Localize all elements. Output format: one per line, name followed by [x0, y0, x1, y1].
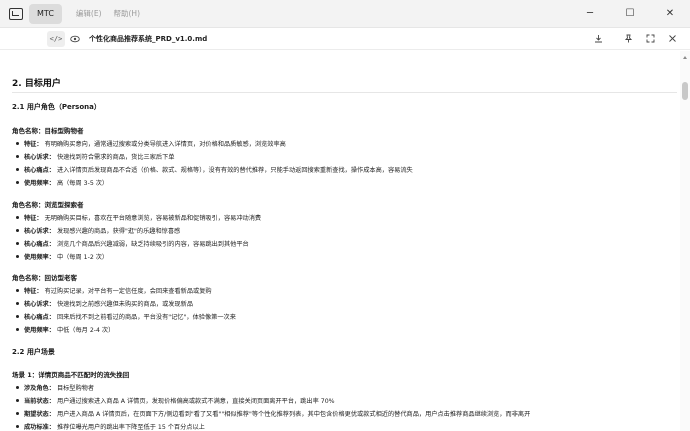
item-key: 使用频率： [24, 180, 55, 187]
file-actions [584, 31, 680, 47]
item-key: 当前状态： [24, 398, 55, 405]
item-value: 回来后找不到之前看过的商品，平台没有"记忆"，体验像第一次来 [56, 314, 236, 321]
list-item: 核心痛点： 浏览几个商品后兴趣减弱，缺乏持续吸引的内容，容易跳出到其他平台 [16, 239, 249, 248]
item-key: 核心痛点： [24, 314, 55, 321]
scrollbar[interactable] [680, 51, 690, 431]
item-value: 中（每周 1-2 次） [56, 254, 109, 261]
item-value: 有明确购买意向，通常通过搜索或分类导航进入详情页，对价格和品质敏感，浏览效率高 [44, 141, 286, 148]
item-value: 快速找到之前感兴趣但未购买的商品，或发现新品 [56, 301, 194, 308]
item-value: 中低（每月 2-4 次） [56, 327, 115, 334]
item-value: 用户通过搜索进入商品 A 详情页，发现价格偏高或款式不满意，直接关闭页面离开平台… [56, 398, 335, 405]
list-item: 核心痛点： 进入详情页后发现商品不合适（价格、款式、规格等），没有有效的替代推荐，… [16, 165, 413, 174]
list-item: 使用频率： 中低（每月 2-4 次） [16, 325, 114, 334]
list-item: 期望状态： 用户进入商品 A 详情页后，在页面下方/侧边看到"看了又看""相似推荐… [16, 409, 530, 418]
item-key: 特征： [24, 288, 43, 295]
scenario-title: 场景 1：详情页商品不匹配时的流失挽回 [12, 371, 130, 379]
preview-eye-icon[interactable] [67, 31, 83, 47]
list-item: 当前状态： 用户通过搜索进入商品 A 详情页，发现价格偏高或款式不满意，直接关闭页… [16, 396, 335, 405]
subsection-heading: 2.2 用户场景 [12, 348, 55, 356]
item-key: 使用频率： [24, 327, 55, 334]
item-key: 成功标准： [24, 424, 55, 431]
scroll-up-arrow-icon[interactable] [683, 56, 687, 59]
list-item: 使用频率： 高（每周 3-5 次） [16, 178, 108, 187]
pin-icon[interactable] [620, 31, 636, 47]
item-key: 核心诉求： [24, 228, 55, 235]
maximize-button[interactable]: ☐ [610, 0, 650, 28]
section-divider [12, 92, 677, 93]
expand-icon[interactable] [642, 31, 658, 47]
item-value: 无明确购买目标，喜欢在平台随意浏览，容易被新品和促销吸引，容易冲动消费 [44, 215, 262, 222]
download-icon[interactable] [590, 31, 606, 47]
minimize-button[interactable]: ─ [570, 0, 610, 28]
title-bar: MTC 编辑(E) 帮助(H) ─ ☐ ✕ [0, 0, 690, 28]
item-key: 核心痛点： [24, 167, 55, 174]
app-tab[interactable]: MTC [29, 3, 62, 24]
close-file-icon[interactable] [664, 31, 680, 47]
item-value: 进入详情页后发现商品不合适（价格、款式、规格等），没有有效的替代推荐，只能手动返… [56, 167, 413, 174]
list-item: 特征： 有过购买记录，对平台有一定信任度，会回来查看新品或复购 [16, 286, 212, 295]
item-key: 特征： [24, 141, 43, 148]
list-item: 核心诉求： 快速找到符合需求的商品，货比三家后下单 [16, 152, 175, 161]
item-key: 使用频率： [24, 254, 55, 261]
item-key: 涉及角色： [24, 385, 55, 392]
persona-title: 角色名称：浏览型探索者 [12, 201, 84, 209]
list-item: 成功标准： 推荐位曝光用户的跳出率下降至低于 15 个百分点以上 [16, 422, 205, 431]
list-item: 涉及角色： 目标型购物者 [16, 383, 94, 392]
item-key: 核心诉求： [24, 154, 55, 161]
list-item: 核心诉求： 快速找到之前感兴趣但未购买的商品，或发现新品 [16, 299, 193, 308]
list-item: 核心诉求： 发现感兴趣的商品，获得"逛"的乐趣和惊喜感 [16, 226, 180, 235]
item-value: 发现感兴趣的商品，获得"逛"的乐趣和惊喜感 [56, 228, 181, 235]
menu-edit[interactable]: 编辑(E) [76, 8, 102, 19]
item-key: 核心痛点： [24, 241, 55, 248]
file-toolbar: </> 个性化商品推荐系统_PRD_v1.0.md [0, 28, 690, 50]
subsection-heading: 2.1 用户角色（Persona） [12, 103, 101, 111]
scroll-thumb[interactable] [682, 82, 688, 100]
item-value: 快速找到符合需求的商品，货比三家后下单 [56, 154, 175, 161]
source-view-button[interactable]: </> [47, 30, 65, 47]
file-name: 个性化商品推荐系统_PRD_v1.0.md [89, 34, 208, 43]
list-item: 使用频率： 中（每周 1-2 次） [16, 252, 108, 261]
list-item: 核心痛点： 回来后找不到之前看过的商品，平台没有"记忆"，体验像第一次来 [16, 312, 236, 321]
item-value: 目标型购物者 [56, 385, 95, 392]
persona-title: 角色名称：目标型购物者 [12, 127, 84, 135]
section-heading: 2. 目标用户 [12, 79, 61, 89]
item-key: 特征： [24, 215, 43, 222]
item-key: 期望状态： [24, 411, 55, 418]
item-value: 用户进入商品 A 详情页后，在页面下方/侧边看到"看了又看""相似推荐"等个性化… [56, 411, 531, 418]
close-button[interactable]: ✕ [650, 0, 690, 28]
menu-help[interactable]: 帮助(H) [114, 8, 141, 19]
window-controls: ─ ☐ ✕ [570, 0, 690, 28]
persona-title: 角色名称：回访型老客 [12, 274, 77, 282]
item-key: 核心诉求： [24, 301, 55, 308]
app-logo-icon [9, 7, 23, 20]
list-item: 特征： 无明确购买目标，喜欢在平台随意浏览，容易被新品和促销吸引，容易冲动消费 [16, 213, 261, 222]
item-value: 高（每周 3-5 次） [56, 180, 109, 187]
list-item: 特征： 有明确购买意向，通常通过搜索或分类导航进入详情页，对价格和品质敏感，浏览效… [16, 139, 286, 148]
item-value: 有过购买记录，对平台有一定信任度，会回来查看新品或复购 [44, 288, 212, 295]
item-value: 浏览几个商品后兴趣减弱，缺乏持续吸引的内容，容易跳出到其他平台 [56, 241, 249, 248]
item-value: 推荐位曝光用户的跳出率下降至低于 15 个百分点以上 [56, 424, 205, 431]
